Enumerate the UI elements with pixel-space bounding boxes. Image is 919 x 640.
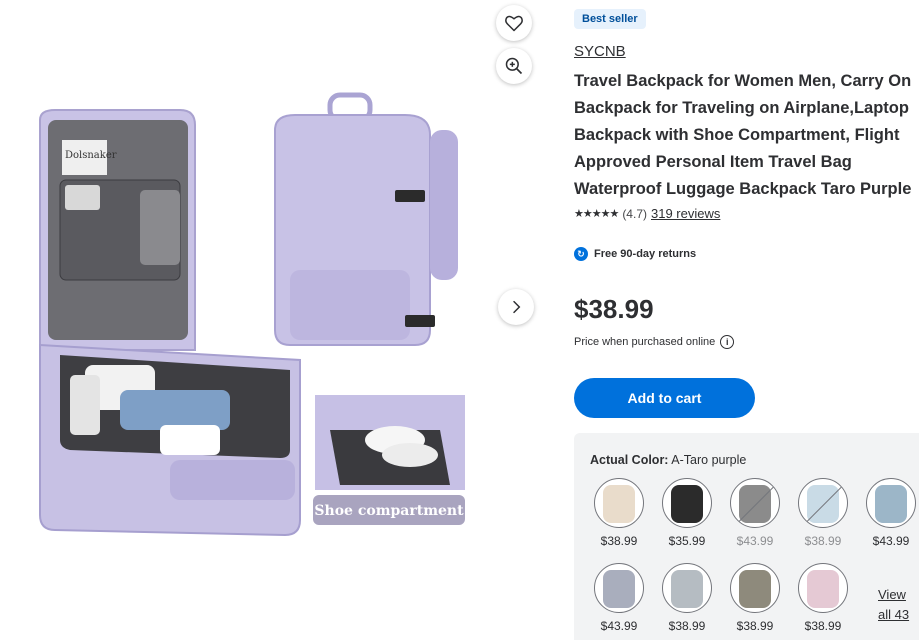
color-swatch[interactable]: $38.99 — [728, 563, 782, 633]
swatch-bag-thumbnail — [603, 570, 635, 608]
swatch-image — [798, 478, 848, 528]
product-image[interactable]: Shoe compartment Dolsnaker — [0, 90, 500, 560]
swatch-price: $35.99 — [668, 534, 706, 548]
shoe-compartment-inset — [315, 395, 465, 490]
swatch-bag-thumbnail — [671, 485, 703, 523]
color-variant-panel: Actual Color: A-Taro purple $38.99 $35.99… — [574, 433, 919, 640]
swatch-image — [730, 563, 780, 613]
info-icon[interactable]: i — [720, 335, 735, 349]
next-image-button[interactable] — [498, 289, 534, 325]
rating-value: (4.7) — [622, 206, 647, 221]
chevron-right-icon — [513, 300, 521, 314]
swatch-image — [866, 478, 916, 528]
swatch-bag-thumbnail — [671, 570, 703, 608]
color-swatch[interactable]: $38.99 — [660, 563, 714, 633]
color-swatch[interactable]: $43.99 — [728, 478, 782, 548]
view-all-line-2: all 43 — [878, 607, 910, 622]
swatch-image — [662, 563, 712, 613]
variant-label-value: A-Taro purple — [671, 453, 747, 467]
swatch-bag-thumbnail — [807, 570, 839, 608]
add-to-cart-button[interactable]: Add to cart — [574, 378, 755, 418]
swatch-price: $38.99 — [600, 534, 638, 548]
color-swatch[interactable]: $43.99 — [864, 478, 918, 548]
swatch-bag-thumbnail — [739, 570, 771, 608]
newspaper-text: Dolsnaker — [65, 150, 117, 161]
return-arrow-icon: ↻ — [574, 247, 588, 261]
color-swatch[interactable]: $38.99 — [796, 478, 850, 548]
best-seller-badge: Best seller — [574, 9, 646, 29]
swatch-image — [594, 563, 644, 613]
returns-label: Free 90-day returns — [594, 248, 697, 260]
color-swatch[interactable]: $35.99 — [660, 478, 714, 548]
price-note: Price when purchased online i — [574, 335, 735, 349]
swatch-price: $38.99 — [736, 619, 774, 633]
zoom-in-icon — [505, 57, 523, 75]
star-rating-icon: ★★★★★ — [574, 208, 619, 220]
price-note-label: Price when purchased online — [574, 336, 716, 348]
product-price: $38.99 — [574, 294, 654, 324]
swatch-image — [798, 563, 848, 613]
swatch-price: $43.99 — [872, 534, 910, 548]
color-swatch[interactable]: $38.99 — [796, 563, 850, 633]
open-backpack-graphic — [39, 109, 301, 537]
closed-backpack-graphic — [274, 92, 458, 346]
product-title: Travel Backpack for Women Men, Carry On … — [574, 72, 912, 198]
variant-label: Actual Color: A-Taro purple — [590, 453, 746, 467]
swatch-bag-thumbnail — [807, 485, 839, 523]
view-all-line-1: View — [878, 587, 906, 602]
swatch-bag-thumbnail — [739, 485, 771, 523]
reviews-link[interactable]: 319 reviews — [651, 206, 720, 221]
swatch-image — [662, 478, 712, 528]
heart-icon — [505, 15, 523, 32]
swatch-image — [594, 478, 644, 528]
color-swatch[interactable]: $43.99 — [592, 563, 646, 633]
swatch-price: $38.99 — [668, 619, 706, 633]
swatch-price: $38.99 — [804, 619, 842, 633]
view-all-colors-link[interactable]: View all 43 — [878, 585, 918, 625]
shoe-compartment-caption: Shoe compartment — [314, 503, 464, 519]
color-swatch[interactable]: $38.99 — [592, 478, 646, 548]
swatch-price: $43.99 — [736, 534, 774, 548]
product-image-area: Shoe compartment Dolsnaker — [0, 0, 540, 640]
rating-row: ★★★★★ (4.7) 319 reviews — [574, 206, 720, 221]
variant-label-key: Actual Color: — [590, 453, 669, 467]
swatch-bag-thumbnail — [875, 485, 907, 523]
swatch-image — [730, 478, 780, 528]
favorite-button[interactable] — [496, 5, 532, 41]
swatch-price: $38.99 — [804, 534, 842, 548]
swatch-bag-thumbnail — [603, 485, 635, 523]
returns-info: ↻ Free 90-day returns — [574, 247, 696, 261]
swatch-price: $43.99 — [600, 619, 638, 633]
zoom-button[interactable] — [496, 48, 532, 84]
brand-link[interactable]: SYCNB — [574, 43, 626, 60]
